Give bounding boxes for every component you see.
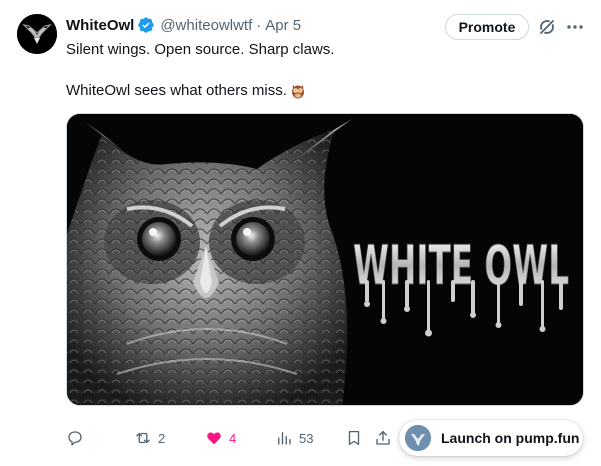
promote-button[interactable]: Promote	[445, 14, 529, 40]
display-name[interactable]: WhiteOwl	[66, 17, 134, 34]
reply-icon	[68, 431, 82, 446]
tweet-media-image[interactable]: WHITE OWL	[66, 113, 584, 406]
more-icon[interactable]	[565, 17, 585, 37]
separator: ·	[256, 16, 262, 34]
tweet-header: WhiteOwl @whiteowlwtf · Apr 5	[66, 13, 301, 37]
like-count: 4	[229, 430, 237, 446]
winged-logo-icon	[17, 14, 57, 54]
grok-icon[interactable]	[537, 17, 557, 37]
views-icon	[278, 432, 291, 445]
share-icon	[376, 430, 390, 445]
share-button[interactable]	[374, 420, 392, 456]
repost-count: 2	[158, 430, 166, 446]
handle[interactable]: @whiteowlwtf	[160, 17, 252, 34]
timestamp[interactable]: Apr 5	[265, 17, 301, 34]
heart-icon	[207, 432, 221, 445]
reply-button[interactable]	[66, 420, 84, 456]
repost-icon	[136, 432, 150, 444]
owl-image: WHITE OWL	[67, 114, 583, 405]
views-count: 53	[299, 430, 314, 446]
tweet-text-line-2-text: WhiteOwl sees what others miss.	[66, 82, 287, 99]
launch-label: Launch on pump.fun	[441, 430, 580, 446]
launch-on-pumpfun-button[interactable]: Launch on pump.fun	[399, 420, 583, 456]
views-button[interactable]: 53	[275, 420, 313, 456]
token-avatar-icon	[405, 425, 431, 451]
tweet-text-line-1: Silent wings. Open source. Sharp claws.	[66, 41, 335, 58]
owl-emoji-icon	[290, 83, 306, 99]
verified-badge-icon[interactable]	[137, 16, 155, 34]
bookmark-button[interactable]	[345, 420, 363, 456]
repost-button[interactable]: 2	[134, 420, 165, 456]
tweet-text-line-2: WhiteOwl sees what others miss.	[66, 81, 306, 101]
media-title-text: WHITE OWL	[353, 234, 569, 297]
like-button[interactable]: 4	[205, 420, 236, 456]
bookmark-icon	[348, 430, 360, 446]
avatar[interactable]	[17, 14, 57, 54]
